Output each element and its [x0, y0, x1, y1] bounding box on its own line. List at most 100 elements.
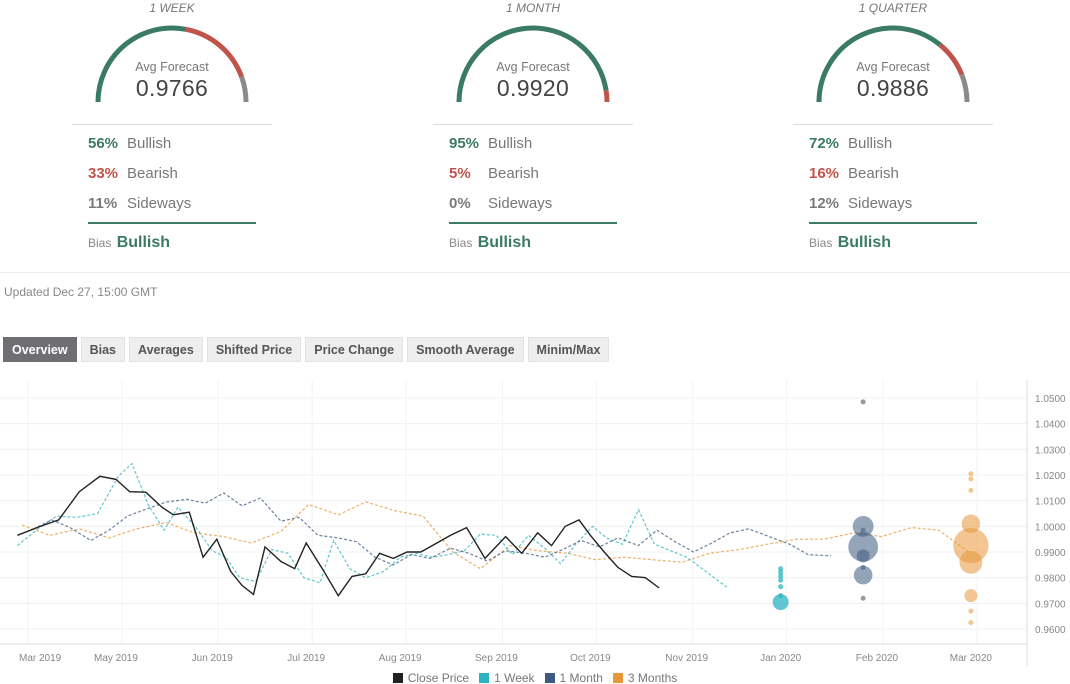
bearish-label: Bearish	[848, 165, 899, 182]
forecast-bubble[interactable]	[964, 589, 978, 603]
forecast-bubble[interactable]	[968, 608, 974, 614]
x-tick-label: Mar 2020	[950, 653, 993, 664]
y-tick-label: 1.0500	[1035, 394, 1066, 405]
forecast-bubble[interactable]	[778, 577, 784, 583]
sideways-stat: 0% Sideways	[449, 195, 552, 212]
forecast-bubble[interactable]	[860, 399, 866, 405]
bias-divider	[809, 222, 977, 224]
bullish-label: Bullish	[127, 135, 172, 152]
section-divider	[0, 272, 1070, 273]
tab-minim-max[interactable]: Minim/Max	[527, 337, 610, 362]
legend-label: 3 Months	[627, 671, 678, 684]
period-label: 1 WEEK	[149, 1, 195, 15]
card-divider	[72, 124, 272, 125]
bullish-stat: 95% Bullish	[449, 135, 532, 152]
legend-label: 1 Month	[559, 671, 603, 684]
chart-tabs: Overview Bias Averages Shifted Price Pri…	[3, 337, 610, 362]
sideways-stat: 12% Sideways	[809, 195, 912, 212]
sideways-label: Sideways	[488, 195, 553, 212]
forecast-bubble[interactable]	[860, 595, 866, 601]
x-tick-label: Oct 2019	[570, 653, 611, 664]
tab-averages[interactable]: Averages	[129, 337, 203, 362]
forecast-bubble[interactable]	[860, 527, 866, 533]
tab-overview[interactable]: Overview	[3, 337, 77, 362]
forecast-bubble[interactable]	[778, 584, 784, 590]
legend-item-3-months[interactable]: 3 Months	[612, 671, 678, 684]
bias-label: Bias	[449, 236, 473, 250]
bias-divider	[449, 222, 617, 224]
bearish-stat: 16% Bearish	[809, 165, 899, 182]
x-tick-label: May 2019	[94, 653, 138, 664]
legend-item-close-price[interactable]: Close Price	[392, 671, 470, 684]
one-month-line	[33, 492, 832, 566]
bias: Bias Bullish	[809, 234, 891, 252]
bias-divider	[88, 222, 256, 224]
bias-value: Bullish	[116, 234, 171, 251]
bearish-stat: 5% Bearish	[449, 165, 539, 182]
forecast-bubble[interactable]	[959, 550, 983, 574]
sideways-label: Sideways	[848, 195, 913, 212]
x-tick-label: Jul 2019	[287, 653, 325, 664]
forecast-bubble[interactable]	[968, 487, 974, 493]
tab-shifted-price[interactable]: Shifted Price	[206, 337, 302, 362]
forecast-bubble[interactable]	[856, 549, 870, 563]
x-tick-label: Jun 2019	[192, 653, 234, 664]
x-tick-label: Aug 2019	[379, 653, 422, 664]
three-months-line	[21, 501, 969, 570]
sideways-pct: 0%	[449, 195, 471, 212]
legend-item-1-week[interactable]: 1 Week	[479, 671, 535, 684]
tab-smooth-average[interactable]: Smooth Average	[407, 337, 524, 362]
y-tick-label: 1.0200	[1035, 471, 1066, 482]
avg-forecast-value: 0.9886	[856, 75, 930, 101]
legend-item-1-month[interactable]: 1 Month	[544, 671, 603, 684]
legend-label: Close Price	[407, 671, 470, 684]
y-tick-label: 0.9900	[1035, 548, 1066, 559]
legend-swatch	[612, 673, 623, 683]
sideways-stat: 11% Sideways	[88, 195, 191, 212]
bearish-pct: 16%	[809, 165, 840, 182]
bearish-label: Bearish	[488, 165, 539, 182]
bearish-stat: 33% Bearish	[88, 165, 178, 182]
bearish-label: Bearish	[127, 165, 178, 182]
legend-swatch	[392, 673, 403, 683]
x-tick-label: Sep 2019	[475, 653, 518, 664]
bias: Bias Bullish	[88, 234, 170, 252]
forecast-bubble[interactable]	[968, 476, 974, 482]
card-divider	[793, 124, 993, 125]
forecast-chart: 1.0500 1.0400 1.0300 1.0200 1.0100 1.0000 0.99…	[0, 376, 1070, 684]
chart-plot: 1.0500 1.0400 1.0300 1.0200 1.0100 1.0000 0.99…	[0, 380, 1066, 666]
tab-price-change[interactable]: Price Change	[305, 337, 404, 362]
bearish-pct: 33%	[88, 165, 119, 182]
bullish-stat: 72% Bullish	[809, 135, 892, 152]
forecast-bubble[interactable]	[772, 594, 789, 611]
period-label: 1 QUARTER	[858, 1, 928, 15]
legend-swatch	[544, 673, 555, 683]
sideways-label: Sideways	[127, 195, 192, 212]
chart-legend: Close Price 1 Week 1 Month 3 Months	[0, 671, 1070, 684]
period-label: 1 MONTH	[506, 1, 560, 15]
bias-label: Bias	[809, 236, 833, 250]
sideways-pct: 11%	[88, 195, 118, 212]
forecast-bubble[interactable]	[853, 565, 873, 585]
bullish-pct: 95%	[449, 135, 480, 152]
avg-forecast-value: 0.9766	[135, 75, 209, 101]
legend-label: 1 Week	[494, 671, 535, 684]
bullish-pct: 72%	[809, 135, 840, 152]
forecast-bubble[interactable]	[968, 620, 974, 626]
tab-bias[interactable]: Bias	[80, 337, 125, 362]
y-tick-label: 0.9600	[1035, 625, 1066, 636]
bullish-stat: 56% Bullish	[88, 135, 171, 152]
bias-value: Bullish	[837, 234, 892, 251]
y-tick-label: 0.9800	[1035, 574, 1066, 585]
card-divider	[433, 124, 633, 125]
bias-value: Bullish	[477, 234, 532, 251]
avg-forecast-label: Avg Forecast	[856, 60, 930, 74]
bullish-label: Bullish	[848, 135, 893, 152]
y-tick-label: 1.0000	[1035, 522, 1066, 533]
y-tick-label: 1.0400	[1035, 420, 1066, 431]
x-tick-label: Nov 2019	[665, 653, 708, 664]
y-tick-label: 0.9700	[1035, 599, 1066, 610]
bearish-pct: 5%	[449, 165, 471, 182]
forecast-bubble[interactable]	[968, 471, 974, 477]
x-tick-label: Mar 2019	[19, 653, 62, 664]
